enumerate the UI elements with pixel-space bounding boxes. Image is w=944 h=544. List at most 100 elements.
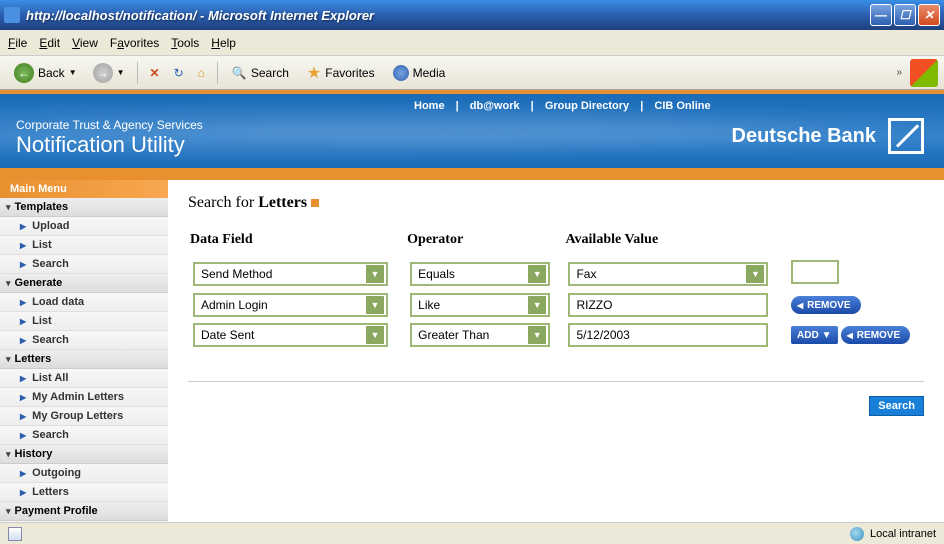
sidebar-item-label: Load data: [32, 296, 84, 308]
home-button[interactable]: ⌂: [192, 61, 211, 85]
select-value: Equals: [418, 267, 455, 281]
search-criteria-table: Data Field Operator Available Value Send…: [188, 230, 924, 351]
remove-button[interactable]: ◀REMOVE: [841, 326, 911, 344]
sidebar-item-upload[interactable]: ▶Upload: [0, 217, 168, 236]
sidebar-main-menu[interactable]: Main Menu: [0, 180, 168, 198]
favorites-button[interactable]: ★ Favorites: [299, 61, 383, 85]
arrow-right-icon: ▶: [20, 241, 26, 250]
menu-edit[interactable]: Edit: [39, 36, 60, 50]
chevron-down-icon: ▼: [746, 265, 764, 283]
sidebar-section-label: Generate: [15, 277, 63, 289]
stop-icon: ✕: [150, 66, 160, 80]
operator-select[interactable]: Equals ▼: [410, 262, 550, 286]
sidebar-section-label: Payment Profile: [15, 505, 98, 517]
sidebar-item-list[interactable]: ▶List: [0, 236, 168, 255]
select-value: Like: [418, 298, 440, 312]
chevron-down-icon: ▼: [117, 68, 125, 77]
arrow-right-icon: ▶: [20, 260, 26, 269]
sidebar-item-label: Upload: [32, 220, 69, 232]
sidebar-item-my-admin-letters[interactable]: ▶My Admin Letters: [0, 388, 168, 407]
sidebar-item-search[interactable]: ▶Search: [0, 331, 168, 350]
forward-button[interactable]: → ▼: [87, 61, 131, 85]
triangle-left-icon: ◀: [847, 331, 853, 340]
decorative-dot: [311, 199, 319, 207]
criteria-row: Send Method▼ Equals ▼ Fax ▼: [190, 258, 922, 289]
operator-select[interactable]: Like▼: [410, 293, 550, 317]
statusbar: Local intranet: [0, 522, 944, 544]
sidebar-item-list[interactable]: ▶List: [0, 312, 168, 331]
data-field-select[interactable]: Admin Login▼: [193, 293, 388, 317]
sidebar-section-templates[interactable]: ▾ Templates: [0, 198, 168, 217]
col-operator: Operator: [407, 232, 563, 256]
search-button[interactable]: 🔍 Search: [224, 61, 297, 85]
close-button[interactable]: ✕: [918, 4, 940, 26]
chevron-down-icon: ▼: [528, 326, 546, 344]
toplink-home[interactable]: Home: [414, 100, 445, 112]
chevron-down-icon: ▼: [822, 330, 832, 341]
arrow-right-icon: ▶: [20, 374, 26, 383]
menu-help[interactable]: Help: [211, 36, 236, 50]
toplink-dbwork[interactable]: db@work: [470, 100, 520, 112]
add-button[interactable]: ADD▼: [791, 326, 838, 344]
back-button[interactable]: ← Back ▼: [6, 61, 85, 85]
deutsche-bank-logo-icon: [888, 118, 924, 154]
sidebar-item-label: My Group Letters: [32, 410, 123, 422]
caret-down-icon: ▾: [6, 354, 11, 365]
data-field-select[interactable]: Send Method▼: [193, 262, 388, 286]
sidebar-item-my-group-letters[interactable]: ▶ My Group Letters: [0, 407, 168, 426]
sidebar-section-history[interactable]: ▾History: [0, 445, 168, 464]
select-value: Greater Than: [418, 328, 489, 342]
menu-view[interactable]: View: [72, 36, 98, 50]
sidebar-item-outgoing[interactable]: ▶Outgoing: [0, 464, 168, 483]
data-field-select[interactable]: Date Sent▼: [193, 323, 388, 347]
sidebar-section-payment-profile[interactable]: ▾Payment Profile: [0, 502, 168, 521]
banner: Home | db@work | Group Directory | CIB O…: [0, 90, 944, 176]
toplink-group[interactable]: Group Directory: [545, 100, 629, 112]
search-submit-button[interactable]: Search: [869, 396, 924, 416]
menu-tools[interactable]: Tools: [171, 36, 199, 50]
search-label: Search: [251, 66, 289, 80]
arrow-right-icon: ▶: [20, 317, 26, 326]
sidebar-item-search[interactable]: ▶Search: [0, 426, 168, 445]
overflow-button[interactable]: »: [896, 67, 902, 78]
sidebar-section-generate[interactable]: ▾Generate: [0, 274, 168, 293]
select-value: Fax: [576, 267, 596, 281]
home-icon: ⌂: [198, 66, 205, 80]
value-input[interactable]: 5/12/2003: [568, 323, 768, 347]
chevron-down-icon: ▼: [366, 265, 384, 283]
maximize-button[interactable]: ☐: [894, 4, 916, 26]
sidebar-item-list-all[interactable]: ▶List All: [0, 369, 168, 388]
media-button[interactable]: Media: [385, 61, 454, 85]
operator-select[interactable]: Greater Than ▼: [410, 323, 550, 347]
page-icon: [8, 527, 22, 541]
refresh-button[interactable]: ↻: [168, 61, 190, 85]
zone-icon: [850, 527, 864, 541]
refresh-icon: ↻: [174, 66, 184, 80]
remove-button[interactable]: ◀REMOVE: [791, 296, 861, 314]
sidebar-item-letters[interactable]: ▶Letters: [0, 483, 168, 502]
sidebar: Main Menu ▾Templates▶Upload▶List▶Search▾…: [0, 180, 168, 522]
search-icon: 🔍: [232, 66, 247, 80]
sidebar-item-search[interactable]: ▶Search: [0, 255, 168, 274]
value-select[interactable]: Fax ▼: [568, 262, 768, 286]
sidebar-item-load-data[interactable]: ▶Load data: [0, 293, 168, 312]
menu-favorites[interactable]: Favorites: [110, 36, 159, 50]
sidebar-section-label: Templates: [15, 201, 69, 213]
sidebar-item-label: Letters: [32, 486, 69, 498]
menu-file[interactable]: File: [8, 36, 27, 50]
titlebar: http://localhost/notification/ - Microso…: [0, 0, 944, 30]
toplink-cib[interactable]: CIB Online: [654, 100, 710, 112]
sidebar-section-letters[interactable]: ▾Letters: [0, 350, 168, 369]
arrow-right-icon: ▶: [20, 431, 26, 440]
caret-down-icon: ▾: [6, 202, 11, 213]
value-input[interactable]: RIZZO: [568, 293, 768, 317]
arrow-right-icon: ▶: [20, 469, 26, 478]
separator: [217, 62, 218, 84]
sidebar-section-label: History: [15, 448, 53, 460]
main-panel: Search for Letters Data Field Operator A…: [168, 180, 944, 522]
arrow-right-icon: ▶: [20, 412, 26, 421]
chevron-down-icon: ▼: [528, 265, 546, 283]
empty-field[interactable]: [791, 260, 839, 284]
minimize-button[interactable]: —: [870, 4, 892, 26]
stop-button[interactable]: ✕: [144, 61, 166, 85]
